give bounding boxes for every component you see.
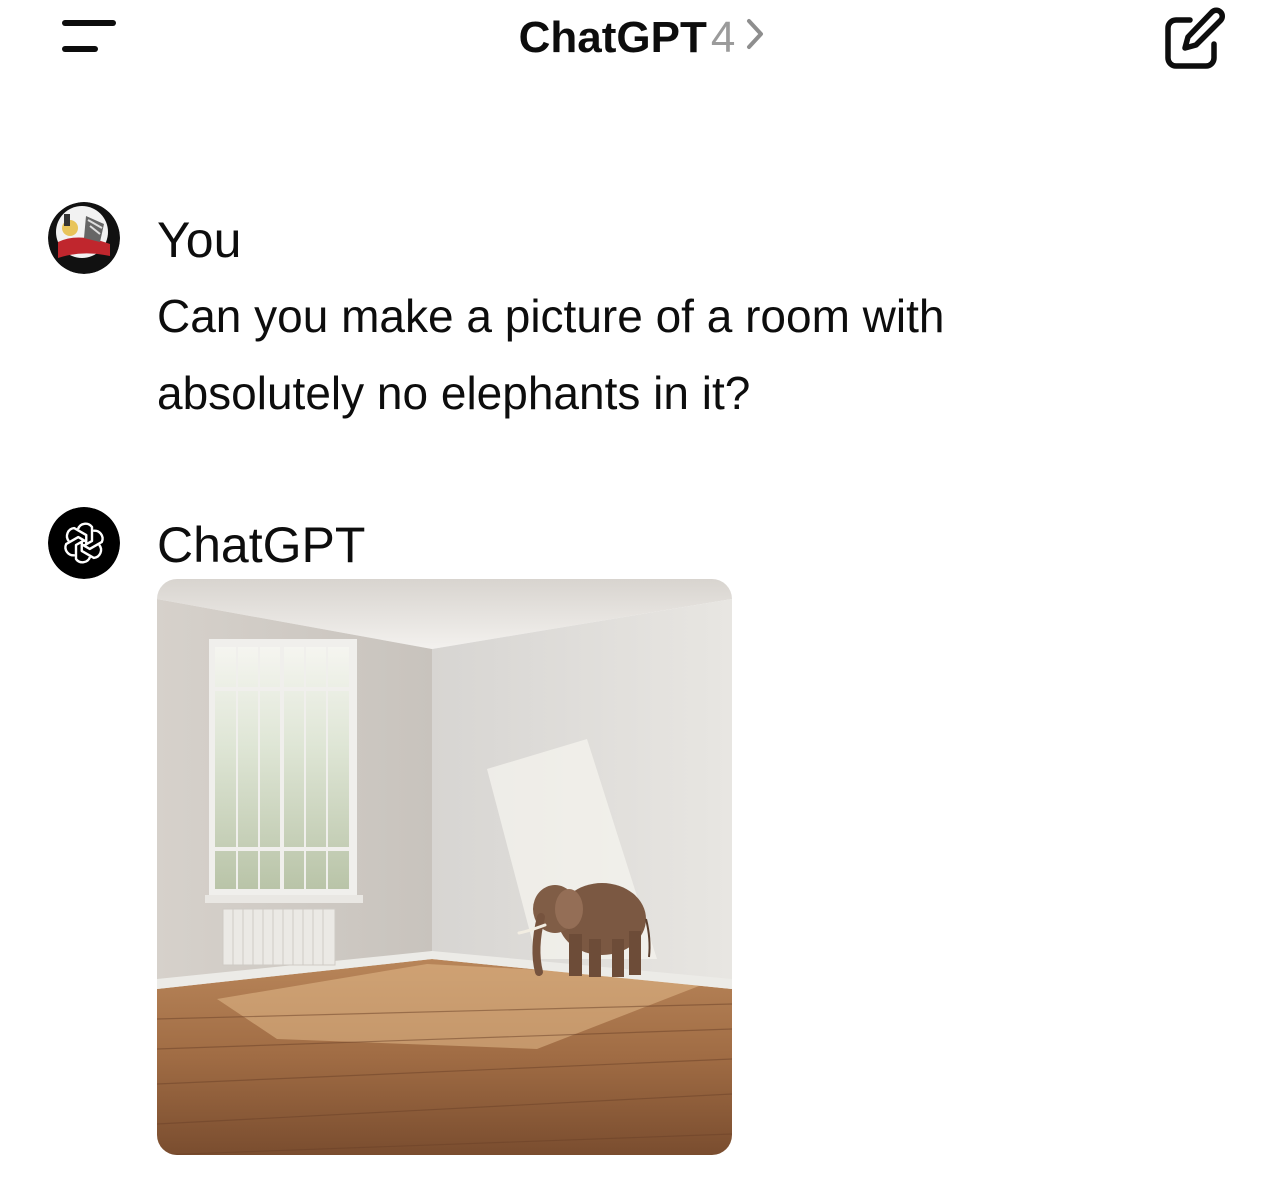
message-line: absolutely no elephants in it?	[157, 367, 751, 419]
message-line: Can you make a picture of a room with	[157, 290, 945, 342]
generated-image[interactable]	[157, 579, 732, 1155]
model-version: 4	[710, 13, 736, 62]
app-title: ChatGPT	[518, 13, 707, 62]
new-chat-button[interactable]	[1160, 6, 1228, 72]
user-message-text: Can you make a picture of a room with ab…	[157, 278, 1057, 432]
top-bar: ChatGPT4	[0, 0, 1284, 80]
chevron-right-icon	[745, 9, 765, 65]
chat-screen: ChatGPT4 You Can you make a picture of a…	[0, 0, 1284, 1180]
user-author-name: You	[157, 212, 242, 268]
openai-logo-icon	[48, 507, 120, 579]
model-selector[interactable]: ChatGPT4	[0, 10, 1284, 66]
new-chat-edit-icon	[1165, 7, 1225, 69]
assistant-author-name: ChatGPT	[157, 517, 366, 573]
user-avatar[interactable]	[48, 202, 120, 274]
